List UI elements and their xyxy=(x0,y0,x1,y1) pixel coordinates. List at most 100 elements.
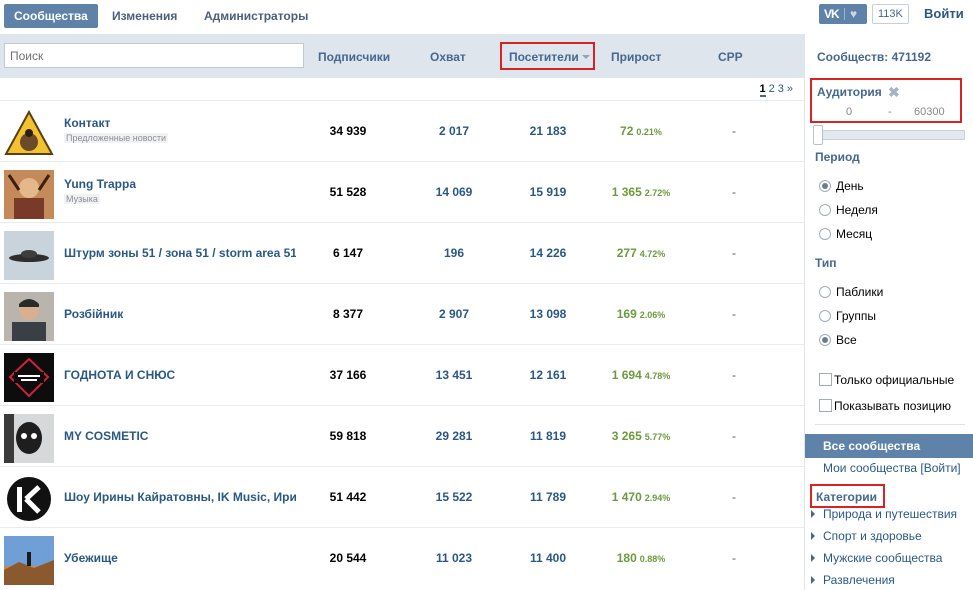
subscribers-value: 6 147 xyxy=(332,246,364,260)
cpp-value: - xyxy=(732,124,736,138)
reach-value[interactable]: 13 451 xyxy=(414,368,494,382)
tab-admins[interactable]: Администраторы xyxy=(194,4,318,28)
radio-month[interactable]: Месяц xyxy=(819,226,872,242)
tab-changes[interactable]: Изменения xyxy=(102,4,187,28)
community-name[interactable]: Штурм зоны 51 / зона 51 / storm area 51 xyxy=(64,246,296,260)
checkbox-official-only[interactable]: Только официальные xyxy=(819,372,954,388)
reach-value[interactable]: 196 xyxy=(414,246,494,260)
cpp-value: - xyxy=(732,551,736,565)
table-row: Yung Trappa Музыка 51 528 14 069 15 919 … xyxy=(0,161,804,222)
slider-handle[interactable] xyxy=(813,125,823,145)
avatar[interactable] xyxy=(4,475,54,524)
heart-icon: ♥ xyxy=(850,7,858,21)
community-name[interactable]: Шоу Ирины Кайратовны, IK Music, Ири xyxy=(64,490,296,504)
period-title: Период xyxy=(815,150,860,164)
login-link[interactable]: Войти xyxy=(924,6,964,21)
avatar[interactable] xyxy=(4,353,54,402)
avatar[interactable] xyxy=(4,536,54,585)
avatar[interactable] xyxy=(4,231,54,280)
avatar[interactable] xyxy=(4,292,54,341)
growth-percent: 4.72% xyxy=(639,249,666,259)
reach-value[interactable]: 29 281 xyxy=(414,429,494,443)
radio-groups[interactable]: Группы xyxy=(819,308,876,324)
column-subscribers[interactable]: Подписчики xyxy=(318,50,390,64)
subscribers-value: 51 528 xyxy=(329,185,367,199)
growth-count: 1 365 xyxy=(611,185,642,199)
nav-all-communities[interactable]: Все сообщества xyxy=(805,434,973,458)
visitors-value[interactable]: 21 183 xyxy=(508,124,588,138)
growth-percent: 0.21% xyxy=(636,127,662,137)
radio-publics[interactable]: Паблики xyxy=(819,284,883,300)
radio-label: Все xyxy=(836,333,857,347)
page-link[interactable]: 2 xyxy=(769,83,775,95)
community-list: Контакт Предложенные новости 34 939 2 01… xyxy=(0,100,804,588)
app-root: Сообщества Изменения Администраторы VK ♥… xyxy=(0,0,973,590)
reach-value[interactable]: 15 522 xyxy=(414,490,494,504)
top-nav: Сообщества Изменения Администраторы VK ♥… xyxy=(0,0,973,34)
close-icon[interactable]: ✖ xyxy=(888,84,900,101)
visitors-value[interactable]: 13 098 xyxy=(508,307,588,321)
community-category: Предложенные новости xyxy=(64,133,169,143)
community-name[interactable]: MY COSMETIC xyxy=(64,429,148,443)
column-cpp[interactable]: CPP xyxy=(718,50,743,64)
caret-right-icon xyxy=(811,510,815,518)
checkbox-icon xyxy=(819,399,832,412)
page-next[interactable]: » xyxy=(787,83,793,95)
cpp-value: - xyxy=(732,490,736,504)
growth-value: 1 365 2.72% xyxy=(596,185,686,199)
search-input[interactable] xyxy=(4,43,304,68)
category-label: Природа и путешествия xyxy=(823,507,958,521)
column-reach[interactable]: Охват xyxy=(430,50,466,64)
community-name[interactable]: Розбійник xyxy=(64,307,123,321)
like-count-badge: 113K xyxy=(872,4,909,24)
cpp-value: - xyxy=(732,307,736,321)
radio-icon xyxy=(819,286,831,298)
radio-day[interactable]: День xyxy=(819,178,864,194)
radio-week[interactable]: Неделя xyxy=(819,202,878,218)
community-name[interactable]: Убежище xyxy=(64,551,118,565)
visitors-value[interactable]: 11 819 xyxy=(508,429,588,443)
tab-communities[interactable]: Сообщества xyxy=(4,4,98,28)
range-separator: - xyxy=(888,106,892,118)
growth-count: 1 694 xyxy=(611,368,642,382)
growth-count: 3 265 xyxy=(611,429,642,443)
audience-slider[interactable] xyxy=(813,130,965,140)
visitors-value[interactable]: 14 226 xyxy=(508,246,588,260)
reach-value[interactable]: 14 069 xyxy=(414,185,494,199)
category-entertainment[interactable]: Развлечения xyxy=(811,573,895,587)
community-name[interactable]: Контакт xyxy=(64,116,110,130)
growth-value: 169 2.06% xyxy=(596,307,686,321)
column-visitors-sorted[interactable]: Посетители xyxy=(500,42,595,70)
checkbox-show-position[interactable]: Показывать позицию xyxy=(819,398,951,414)
avatar[interactable] xyxy=(4,109,54,158)
visitors-value[interactable]: 11 789 xyxy=(508,490,588,504)
nav-my-communities[interactable]: Мои сообщества [Войти] xyxy=(823,461,961,475)
subscribers-value: 34 939 xyxy=(329,124,367,138)
subscribers-value: 59 818 xyxy=(329,429,367,443)
reach-value[interactable]: 2 907 xyxy=(414,307,494,321)
column-growth[interactable]: Прирост xyxy=(611,50,661,64)
category-sport-health[interactable]: Спорт и здоровье xyxy=(811,529,922,543)
visitors-value[interactable]: 11 400 xyxy=(508,551,588,565)
radio-all[interactable]: Все xyxy=(819,332,857,348)
category-nature-travel[interactable]: Природа и путешествия xyxy=(811,507,957,521)
growth-percent: 0.88% xyxy=(639,554,666,564)
visitors-value[interactable]: 12 161 xyxy=(508,368,588,382)
reach-value[interactable]: 11 023 xyxy=(414,551,494,565)
page-link[interactable]: 3 xyxy=(778,83,784,95)
growth-percent: 4.78% xyxy=(644,371,671,381)
visitors-value[interactable]: 15 919 xyxy=(508,185,588,199)
growth-percent: 2.72% xyxy=(644,188,671,198)
vk-like-button[interactable]: VK ♥ xyxy=(819,4,867,24)
checkbox-icon xyxy=(819,373,832,386)
avatar[interactable] xyxy=(4,414,54,463)
reach-value[interactable]: 2 017 xyxy=(414,124,494,138)
community-name[interactable]: Yung Trappa xyxy=(64,177,136,191)
avatar[interactable] xyxy=(4,170,54,219)
category-mens[interactable]: Мужские сообщества xyxy=(811,551,942,565)
growth-count: 180 xyxy=(616,551,637,565)
community-name[interactable]: ГОДНОТА И СНЮС xyxy=(64,368,175,382)
growth-value: 1 470 2.94% xyxy=(596,490,686,504)
audience-max: 60300 xyxy=(914,106,945,118)
table-row: Розбійник 8 377 2 907 13 098 169 2.06% - xyxy=(0,283,804,344)
